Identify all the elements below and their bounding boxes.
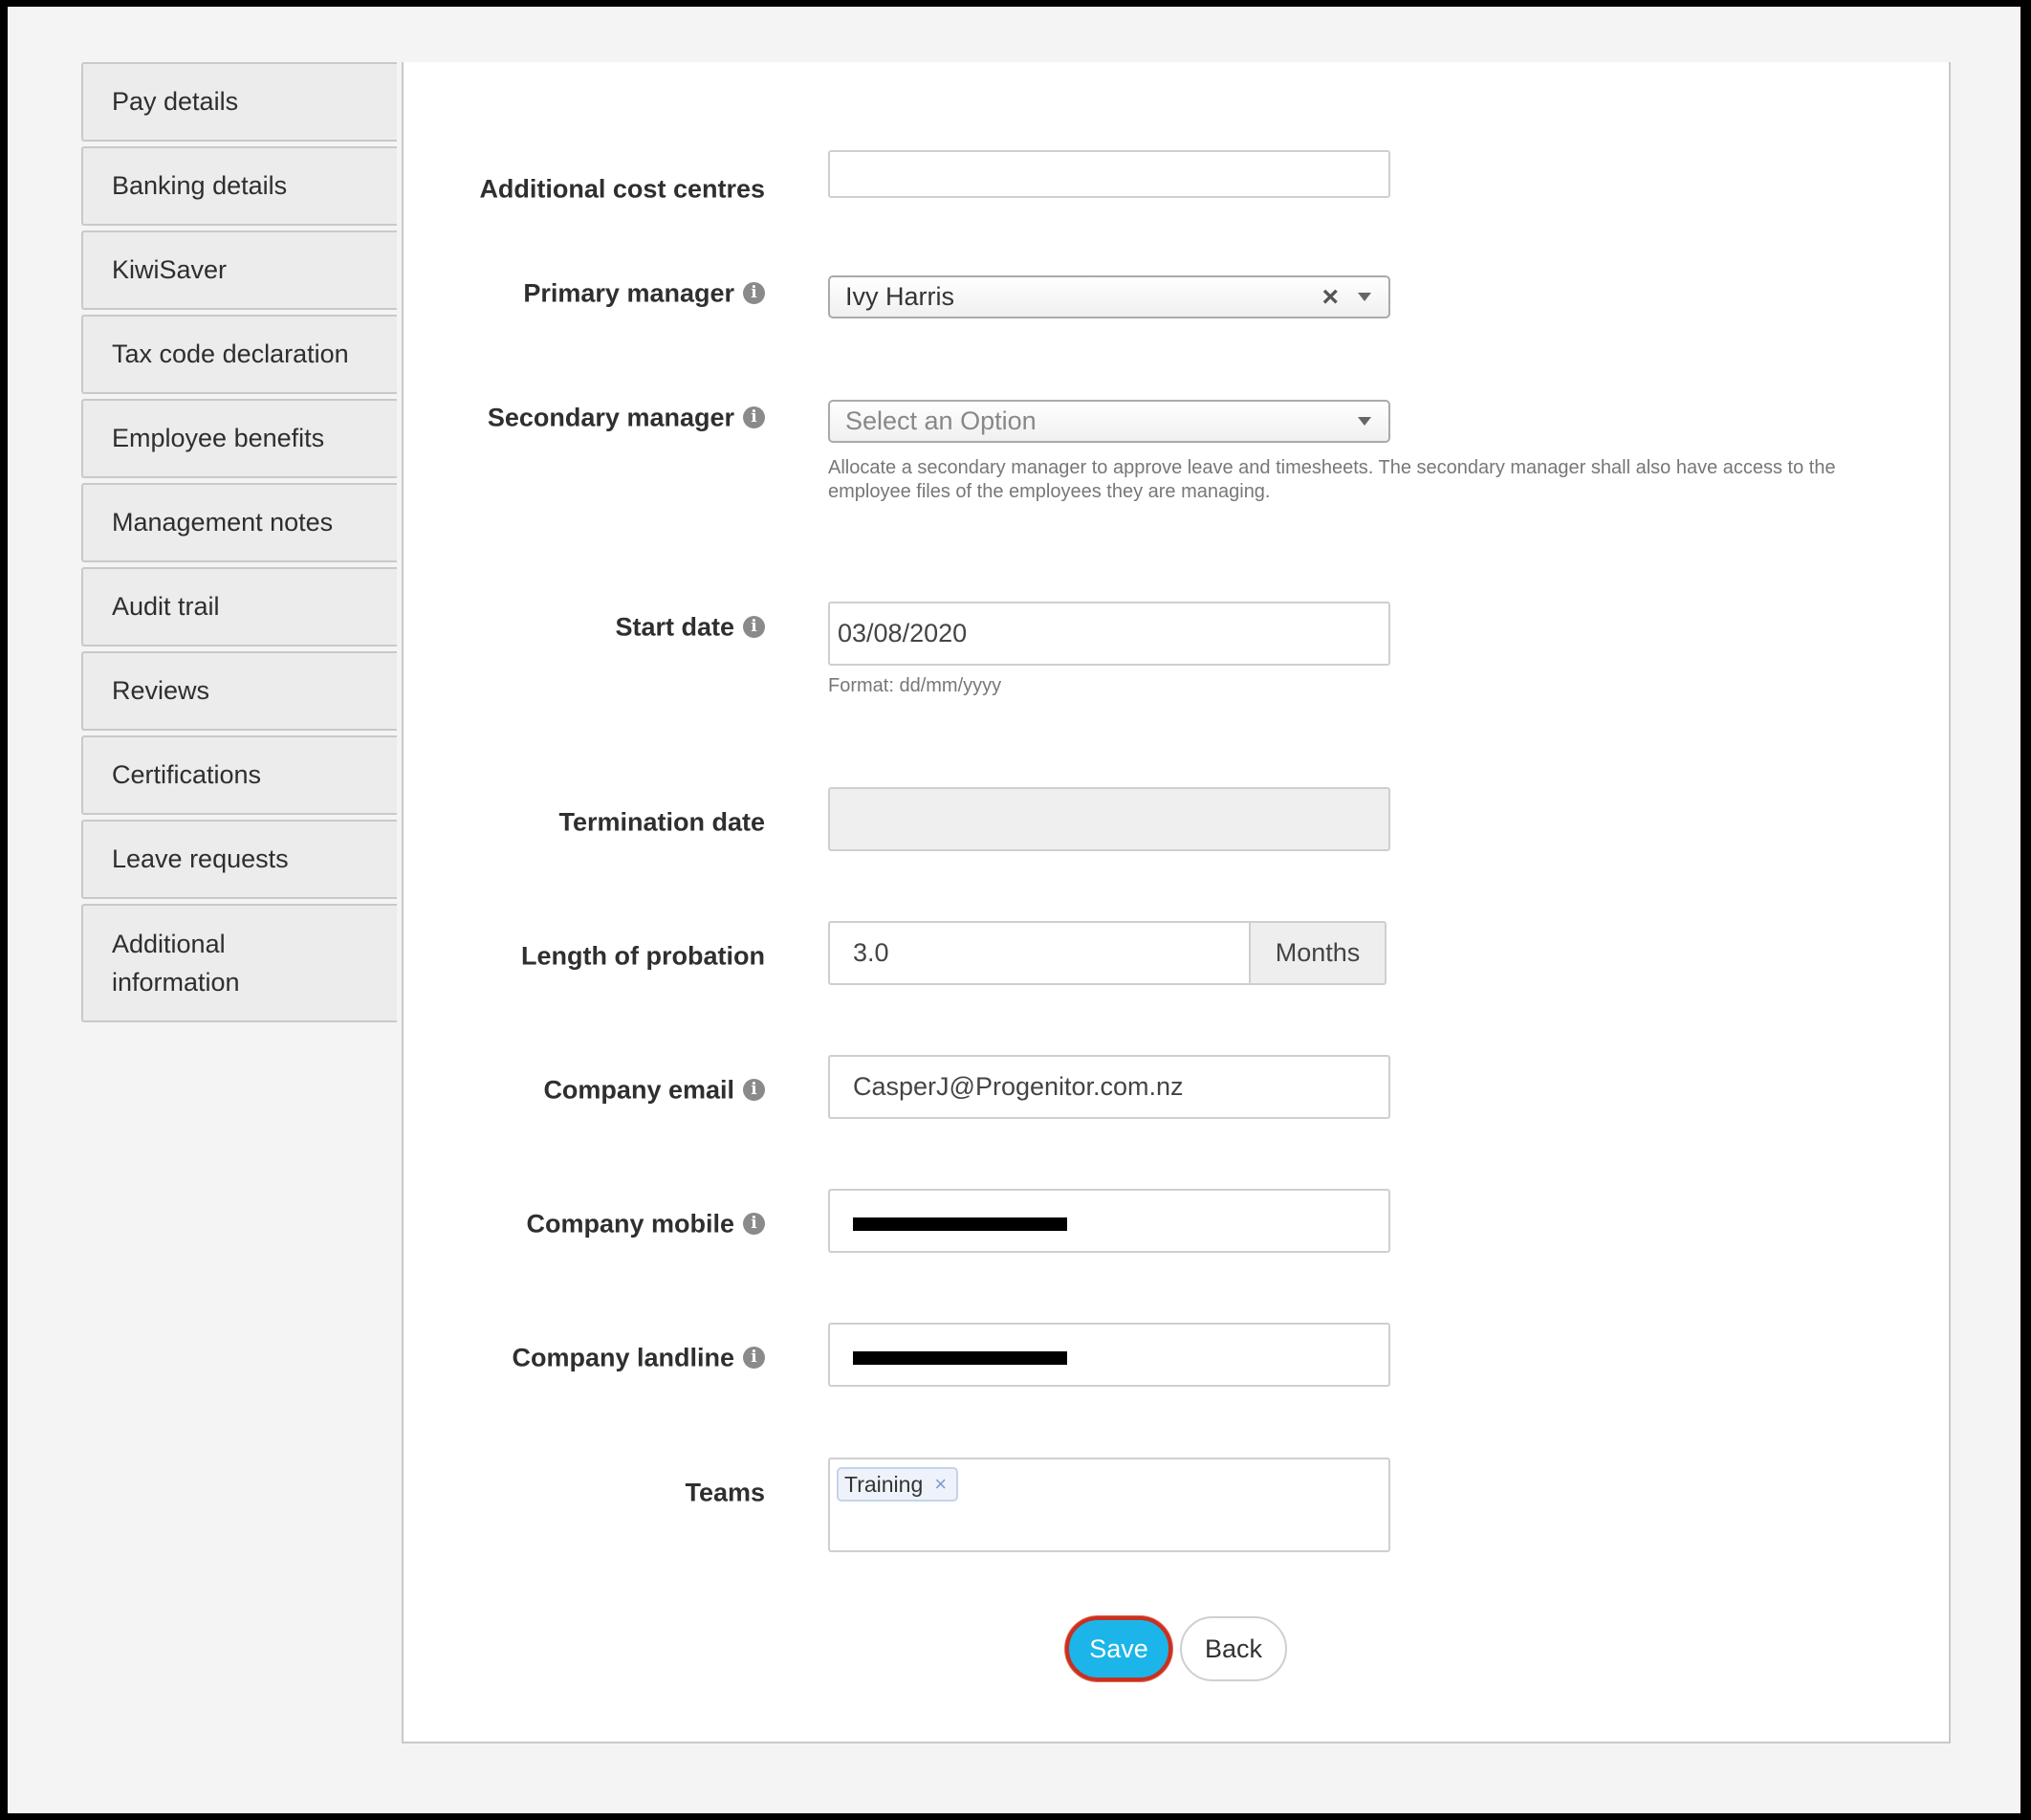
sidebar-item-label: Banking details bbox=[112, 171, 288, 200]
primary-manager-value: Ivy Harris bbox=[845, 282, 954, 311]
additional-cost-centres-label: Additional cost centres bbox=[479, 174, 765, 204]
company-email-text[interactable] bbox=[830, 1057, 1388, 1117]
sidebar-item-label: Audit trail bbox=[112, 592, 220, 621]
start-date-format-hint: Format: dd/mm/yyyy bbox=[828, 675, 1002, 696]
termination-date-text bbox=[830, 789, 1388, 849]
info-icon[interactable]: i bbox=[743, 1213, 765, 1236]
sidebar-item-management-notes[interactable]: Management notes bbox=[81, 483, 397, 562]
start-date-text[interactable] bbox=[830, 603, 1388, 664]
chevron-down-icon bbox=[1358, 417, 1371, 426]
sidebar-item-employee-benefits[interactable]: Employee benefits bbox=[81, 399, 397, 478]
info-icon[interactable]: i bbox=[743, 406, 765, 429]
company-email-input[interactable] bbox=[828, 1055, 1390, 1119]
termination-date-label: Termination date bbox=[558, 807, 765, 837]
company-landline-input[interactable] bbox=[828, 1323, 1390, 1387]
info-icon[interactable]: i bbox=[743, 616, 765, 639]
start-date-label: Start date i bbox=[382, 611, 765, 642]
clear-icon[interactable]: × bbox=[1321, 281, 1339, 314]
sidebar-item-label: Tax code declaration bbox=[112, 340, 349, 368]
team-tag-label: Training bbox=[844, 1471, 924, 1497]
primary-manager-select[interactable]: Ivy Harris × bbox=[828, 275, 1390, 318]
sidebar-item-pay-details[interactable]: Pay details bbox=[81, 62, 397, 142]
additional-cost-centres-input[interactable] bbox=[828, 150, 1390, 198]
sidebar-item-reviews[interactable]: Reviews bbox=[81, 651, 397, 731]
primary-manager-label: Primary manager i bbox=[382, 277, 765, 308]
chevron-down-icon bbox=[1358, 293, 1371, 301]
tag-remove-icon[interactable]: × bbox=[934, 1472, 947, 1497]
additional-cost-centres-text[interactable] bbox=[830, 152, 1388, 196]
sidebar-item-tax-code-declaration[interactable]: Tax code declaration bbox=[81, 315, 397, 394]
company-email-label: Company email i bbox=[382, 1074, 765, 1105]
teams-label: Teams bbox=[685, 1478, 765, 1507]
sidebar-item-label: KiwiSaver bbox=[112, 255, 228, 284]
employee-form-panel: Additional cost centres Primary manager i… bbox=[402, 62, 1951, 1743]
app-window: Pay details Banking details KiwiSaver Ta… bbox=[8, 7, 2020, 1813]
redaction-bar bbox=[853, 1217, 1067, 1231]
length-of-probation-label: Length of probation bbox=[521, 941, 765, 971]
back-button[interactable]: Back bbox=[1180, 1616, 1287, 1681]
sidebar-item-audit-trail[interactable]: Audit trail bbox=[81, 567, 397, 647]
sidebar-item-additional-information[interactable]: Additional information bbox=[81, 904, 397, 1022]
secondary-manager-help-text: Allocate a secondary manager to approve … bbox=[828, 457, 1836, 502]
redaction-bar bbox=[853, 1351, 1067, 1365]
sidebar-item-label: Reviews bbox=[112, 676, 210, 705]
company-landline-label: Company landline i bbox=[382, 1342, 765, 1372]
secondary-manager-select[interactable]: Select an Option bbox=[828, 400, 1390, 443]
teams-multiselect[interactable]: Training × bbox=[828, 1458, 1390, 1552]
sidebar-item-label: Pay details bbox=[112, 87, 239, 116]
info-icon[interactable]: i bbox=[743, 1079, 765, 1102]
sidebar-item-label: Management notes bbox=[112, 508, 334, 537]
save-button[interactable]: Save bbox=[1065, 1616, 1172, 1681]
sidebar-item-label: Additional information bbox=[112, 930, 240, 997]
sidebar-item-leave-requests[interactable]: Leave requests bbox=[81, 820, 397, 899]
company-mobile-label: Company mobile i bbox=[382, 1208, 765, 1239]
length-of-probation-input-group: Months bbox=[828, 921, 1387, 985]
start-date-input[interactable] bbox=[828, 602, 1390, 666]
sidebar-nav: Pay details Banking details KiwiSaver Ta… bbox=[81, 62, 403, 1027]
termination-date-input bbox=[828, 787, 1390, 851]
sidebar-item-label: Certifications bbox=[112, 760, 262, 789]
info-icon[interactable]: i bbox=[743, 1347, 765, 1370]
company-mobile-input[interactable] bbox=[828, 1189, 1390, 1253]
secondary-manager-label: Secondary manager i bbox=[382, 402, 765, 432]
secondary-manager-placeholder: Select an Option bbox=[845, 406, 1037, 435]
info-icon[interactable]: i bbox=[743, 282, 765, 305]
sidebar-item-kiwisaver[interactable]: KiwiSaver bbox=[81, 230, 397, 310]
probation-unit-addon: Months bbox=[1249, 923, 1385, 983]
team-tag: Training × bbox=[837, 1467, 959, 1502]
sidebar-item-label: Employee benefits bbox=[112, 424, 325, 452]
sidebar-item-banking-details[interactable]: Banking details bbox=[81, 146, 397, 226]
sidebar-item-certifications[interactable]: Certifications bbox=[81, 735, 397, 815]
length-of-probation-input[interactable] bbox=[830, 923, 1249, 983]
sidebar-item-label: Leave requests bbox=[112, 844, 289, 873]
